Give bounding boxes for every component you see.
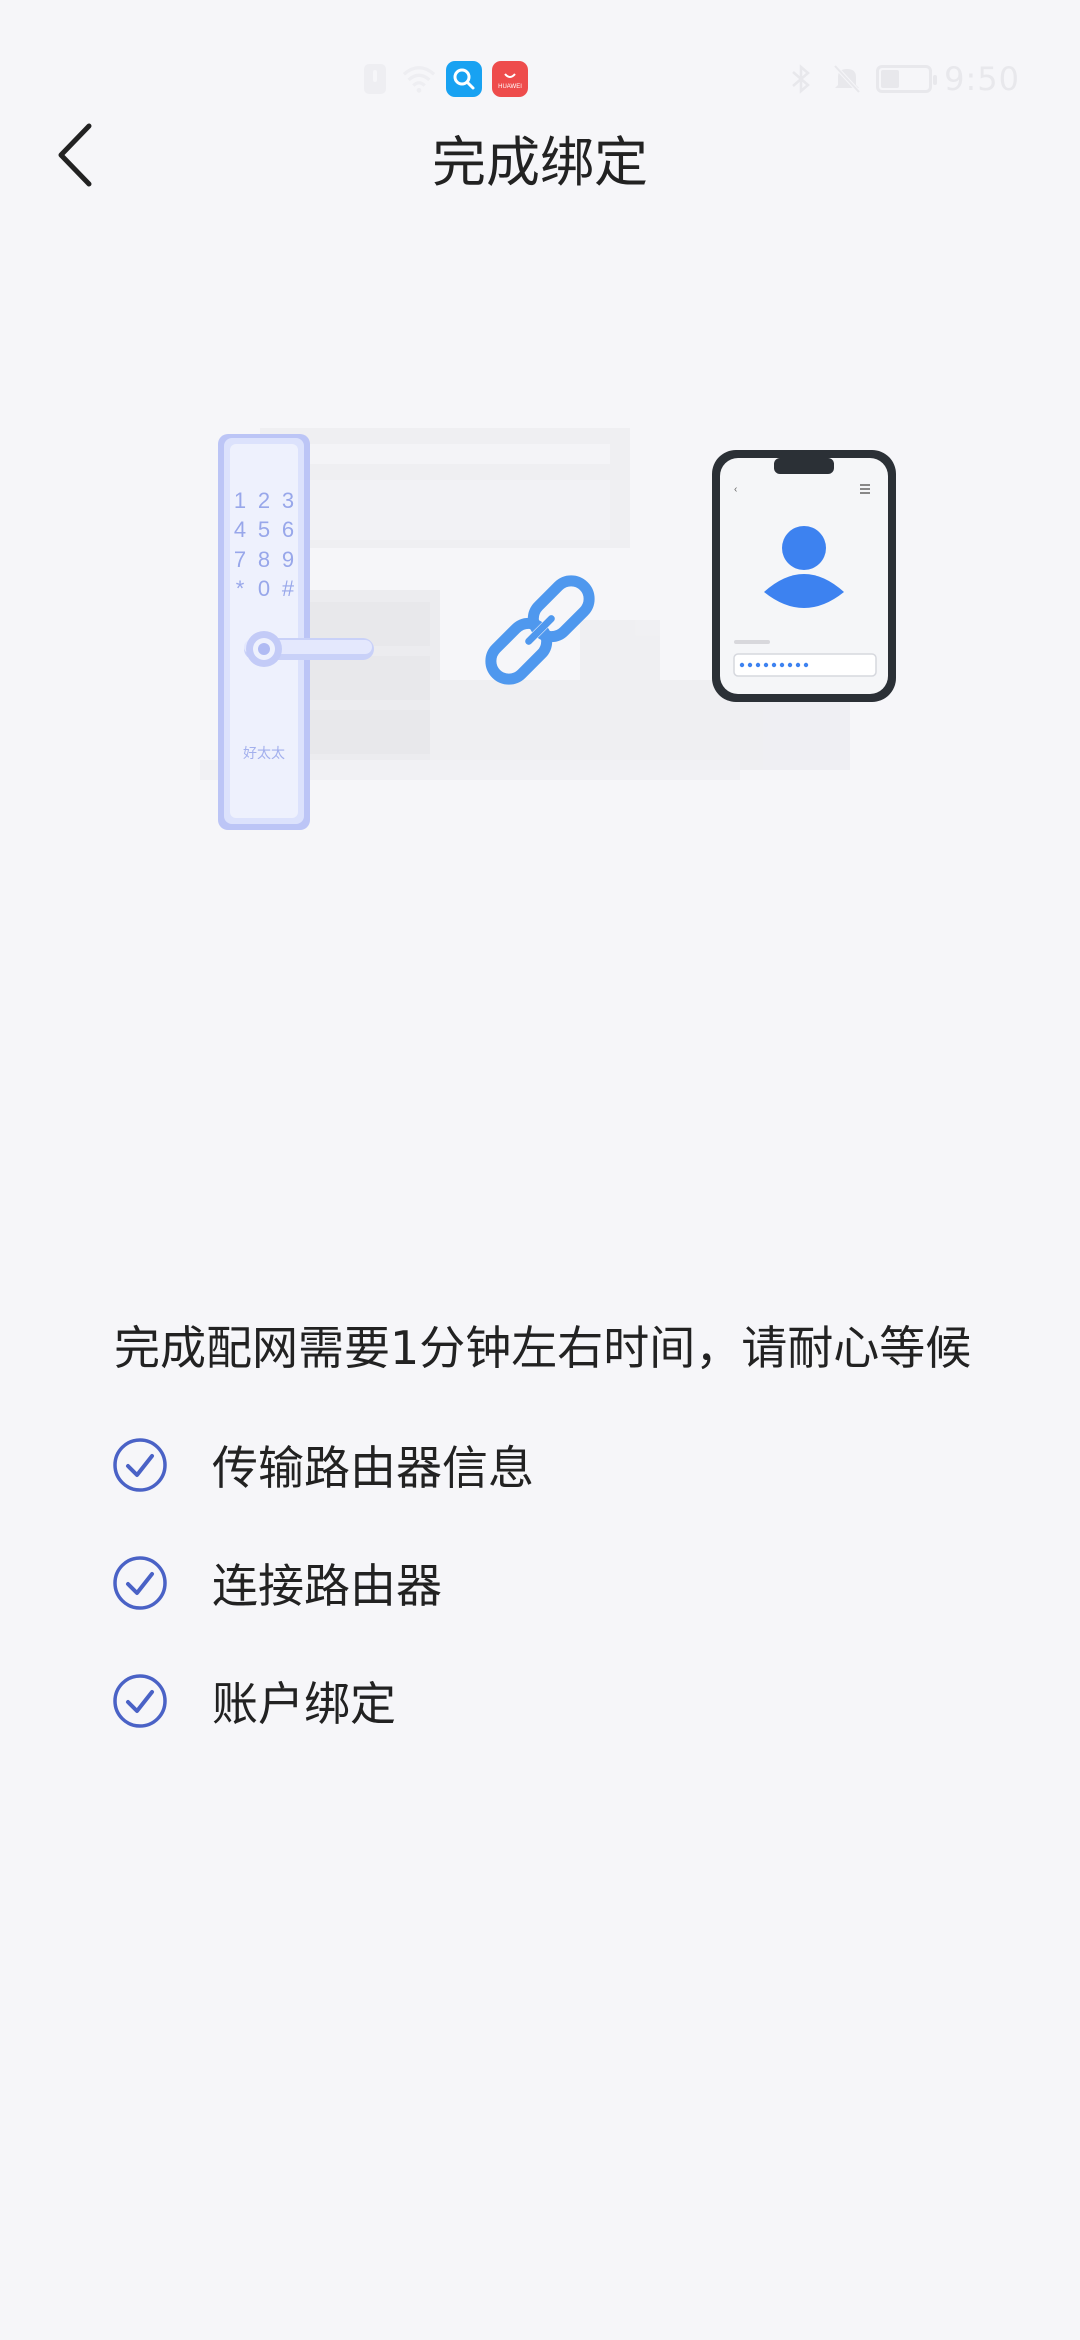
bluetooth-icon — [784, 62, 818, 96]
phone-back-glyph: ‹ — [734, 484, 737, 495]
keypad-key: 5 — [258, 517, 270, 542]
step-label: 传输路由器信息 — [212, 1441, 534, 1495]
keypad-key: 6 — [282, 517, 294, 542]
lock-brand-label: 好太太 — [243, 746, 285, 762]
check-circle-icon — [112, 1555, 168, 1611]
keypad-key: 7 — [234, 547, 246, 572]
page-title: 完成绑定 — [432, 131, 648, 194]
wifi-icon — [402, 62, 436, 96]
status-bar-right: 9:50 — [784, 58, 1020, 100]
search-app-icon — [446, 61, 482, 97]
keypad-key: # — [282, 576, 295, 601]
huawei-badge-text: HUAWEI — [498, 84, 522, 90]
link-icon — [485, 575, 595, 685]
step-label: 账户绑定 — [212, 1677, 396, 1731]
check-circle-icon — [112, 1437, 168, 1493]
keypad-key: 8 — [258, 547, 270, 572]
step-item: 传输路由器信息 — [112, 1425, 1012, 1505]
keypad-key: 0 — [258, 576, 270, 601]
progress-steps: 传输路由器信息 连接路由器 账户绑定 — [112, 1425, 1012, 1779]
header: 完成绑定 — [0, 100, 1080, 210]
keypad-key: * — [236, 576, 245, 601]
phone-illustration: ‹ — [712, 450, 896, 702]
step-item: 账户绑定 — [112, 1661, 1012, 1741]
keypad-key: 9 — [282, 547, 294, 572]
mute-icon — [830, 62, 864, 96]
huawei-store-icon: HUAWEI — [492, 61, 528, 97]
step-item: 连接路由器 — [112, 1543, 1012, 1623]
keypad-key: 1 — [234, 488, 246, 513]
status-time: 9:50 — [944, 60, 1020, 98]
keypad-key: 2 — [258, 488, 270, 513]
notification-icon — [358, 62, 392, 96]
check-circle-icon — [112, 1673, 168, 1729]
keypad-key: 3 — [282, 488, 294, 513]
binding-illustration: 1 2 3 4 5 6 7 8 9 * 0 # 好太太 ‹ — [180, 420, 920, 900]
status-bar-left: HUAWEI — [358, 58, 528, 100]
wait-message: 完成配网需要1分钟左右时间，请耐心等候 — [114, 1321, 972, 1375]
step-label: 连接路由器 — [212, 1559, 442, 1613]
password-dots — [739, 662, 809, 668]
battery-icon — [876, 65, 938, 93]
keypad-key: 4 — [234, 517, 246, 542]
